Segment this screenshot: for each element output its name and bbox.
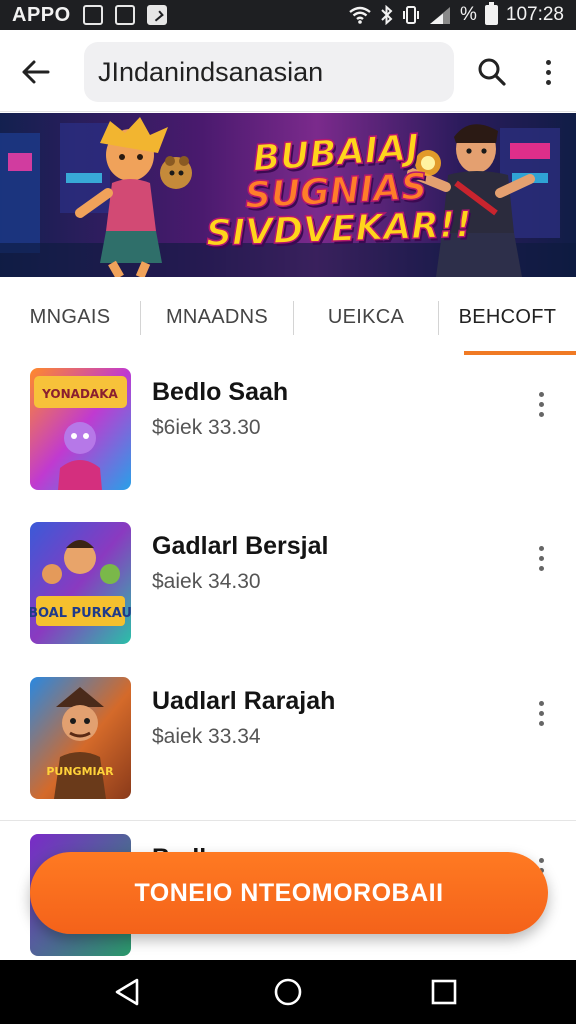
back-button[interactable] bbox=[16, 52, 56, 92]
list-item[interactable]: BOAL PURKAU Gadlarl Bersjal $aiek 34.30 bbox=[0, 510, 576, 666]
checkbox-icon bbox=[114, 5, 135, 25]
search-icon bbox=[478, 58, 506, 86]
app-bar bbox=[0, 30, 576, 112]
bluetooth-icon bbox=[381, 5, 393, 25]
item-title: Gadlarl Bersjal bbox=[152, 532, 329, 560]
checkbox-filled-icon bbox=[146, 5, 167, 25]
banner-title: BUBAIAJ SUGNIAS SIVDVEKAR!! bbox=[205, 126, 474, 255]
item-title: Bedlo Saah bbox=[152, 378, 289, 406]
vibrate-icon bbox=[402, 6, 419, 24]
thumb-title: PUNGMIAR bbox=[46, 765, 114, 778]
wifi-icon bbox=[349, 6, 371, 24]
more-vert-icon[interactable] bbox=[530, 52, 566, 92]
image-icon bbox=[82, 5, 103, 25]
nav-home-icon[interactable] bbox=[268, 972, 308, 1012]
tab-3[interactable]: UEIKCA bbox=[294, 277, 438, 357]
status-left: APPO bbox=[12, 4, 167, 27]
battery-icon bbox=[484, 2, 498, 25]
thumb-title: BOAL PURKAU bbox=[30, 606, 131, 621]
thumb-title: YONADAKA bbox=[41, 387, 118, 401]
item-more-icon[interactable] bbox=[526, 538, 556, 578]
category-tabs: MNGAIS MNAADNS UEIKCA BEHCOFT bbox=[0, 277, 576, 357]
search-input[interactable] bbox=[84, 42, 454, 102]
promo-banner[interactable]: BUBAIAJ SUGNIAS SIVDVEKAR!! bbox=[0, 113, 576, 277]
selected-tab-indicator bbox=[464, 351, 576, 355]
search-button[interactable] bbox=[472, 52, 512, 92]
nav-recents-icon[interactable] bbox=[424, 972, 464, 1012]
tab-2[interactable]: MNAADNS bbox=[141, 277, 293, 357]
item-more-icon[interactable] bbox=[526, 384, 556, 424]
banner-title-line-3: SIVDVEKAR!! bbox=[205, 204, 474, 256]
tab-1[interactable]: MNGAIS bbox=[0, 277, 140, 357]
primary-action-button[interactable]: TONEIO NTEOMOROBAII bbox=[30, 852, 548, 934]
back-arrow-icon bbox=[22, 60, 50, 84]
status-app-label: APPO bbox=[12, 3, 71, 26]
item-subtitle: $6iek 33.30 bbox=[152, 416, 261, 439]
nav-back-icon[interactable] bbox=[108, 972, 148, 1012]
game-thumbnail: YONADAKA bbox=[30, 368, 131, 490]
game-thumbnail: PUNGMIAR bbox=[30, 677, 131, 799]
tab-4-selected[interactable]: BEHCOFT bbox=[439, 277, 576, 357]
signal-icon bbox=[429, 7, 450, 24]
system-nav-bar bbox=[0, 960, 576, 1024]
status-bar: APPO % 107:28 bbox=[0, 0, 576, 30]
item-subtitle: $aiek 33.34 bbox=[152, 725, 261, 748]
item-title: Uadlarl Rarajah bbox=[152, 687, 336, 715]
status-right: % 107:28 bbox=[348, 2, 564, 26]
list-item[interactable]: YONADAKA Bedlo Saah $6iek 33.30 bbox=[0, 356, 576, 512]
battery-percent: % bbox=[459, 4, 477, 25]
item-subtitle: $aiek 34.30 bbox=[152, 570, 261, 593]
list-item[interactable]: PUNGMIAR Uadlarl Rarajah $aiek 33.34 bbox=[0, 665, 576, 821]
item-more-icon[interactable] bbox=[526, 693, 556, 733]
status-time: 107:28 bbox=[505, 4, 564, 25]
game-thumbnail: BOAL PURKAU bbox=[30, 522, 131, 644]
